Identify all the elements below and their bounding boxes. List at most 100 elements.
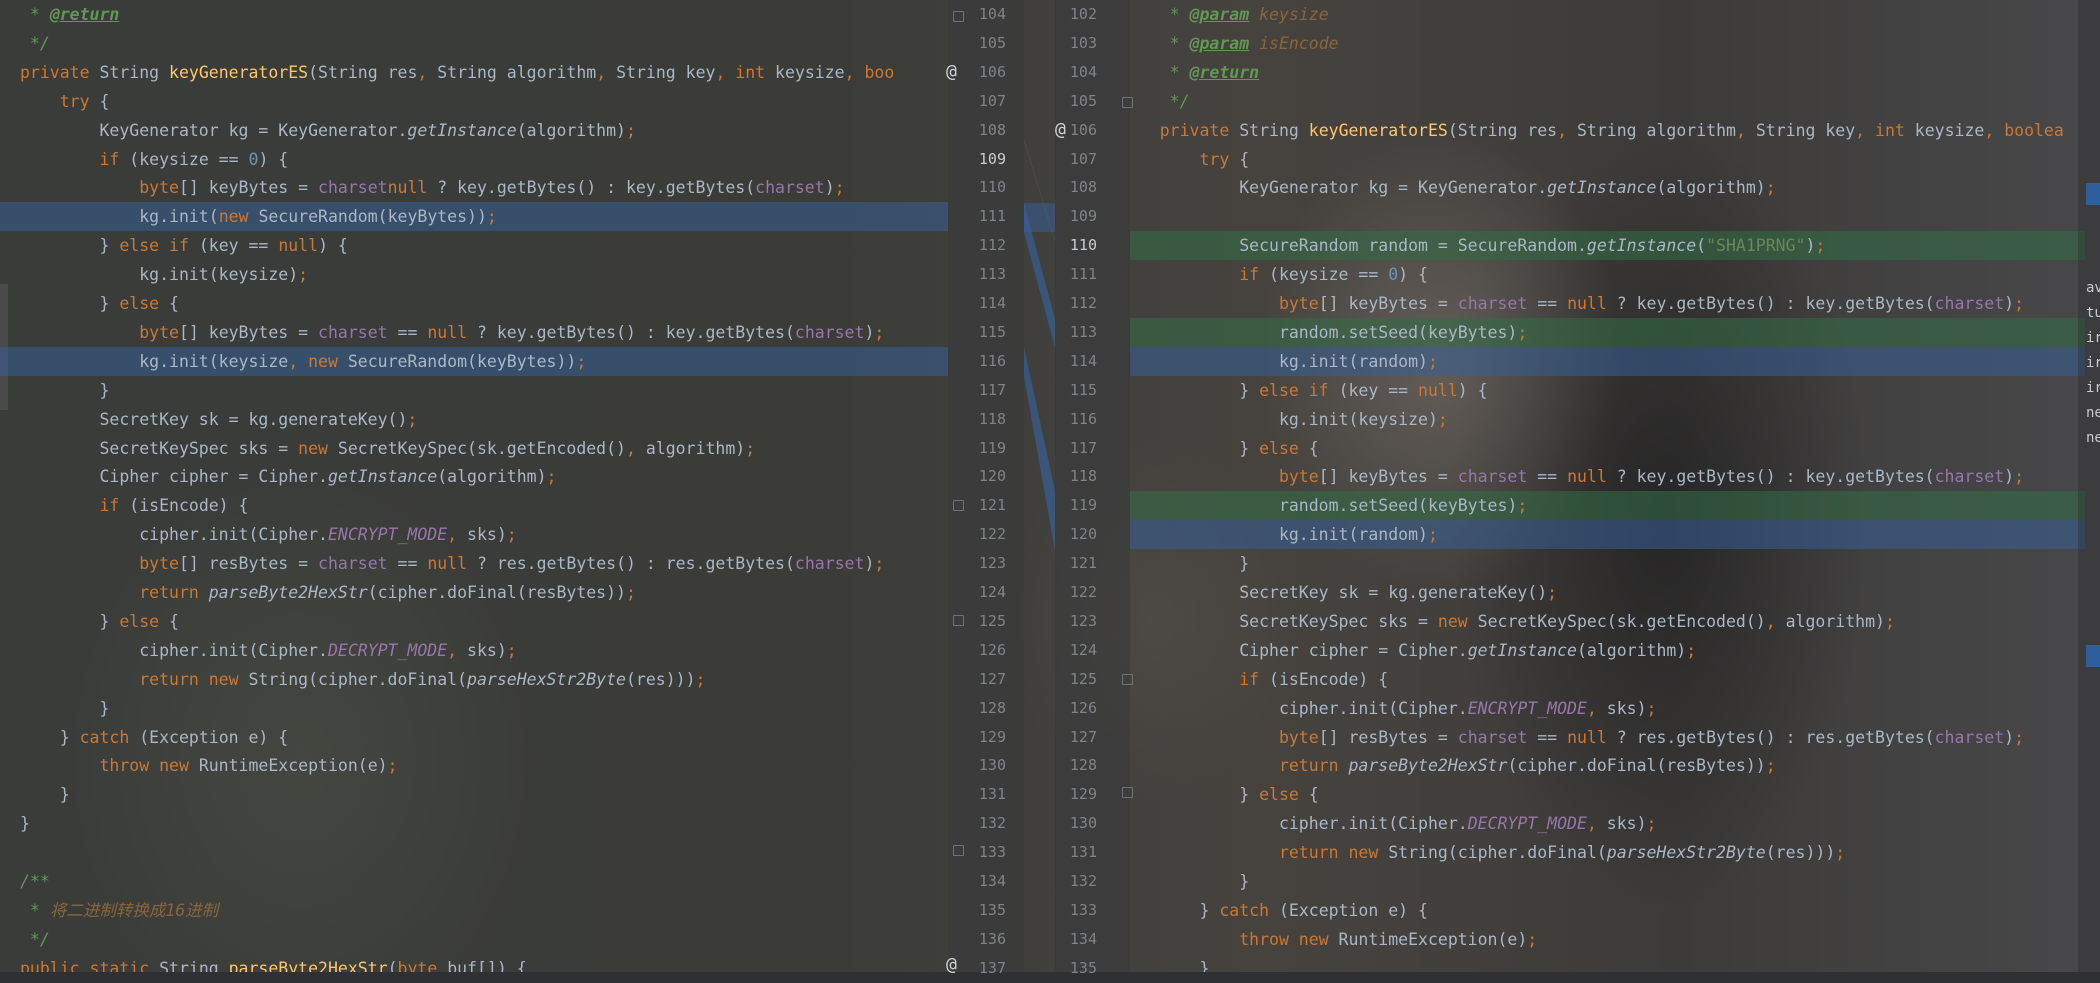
code-line[interactable]: byte[] resBytes = charset == null ? res.… (0, 549, 948, 578)
code-line[interactable]: try { (0, 87, 948, 116)
code-line[interactable]: byte[] keyBytes = charsetnull ? key.getB… (0, 173, 948, 202)
code-line[interactable]: cipher.init(Cipher.DECRYPT_MODE, sks); (0, 636, 948, 665)
code-line[interactable]: /** (0, 867, 948, 896)
code-line[interactable]: random.setSeed(keyBytes); (1130, 317, 2085, 347)
line-number[interactable]: 110 (966, 173, 1006, 202)
code-line[interactable]: * @param isEncode (1130, 29, 2085, 58)
code-line[interactable]: */ (1130, 87, 2085, 116)
line-number[interactable]: 131 (966, 780, 1006, 809)
code-line[interactable]: return parseByte2HexStr(cipher.doFinal(r… (0, 578, 948, 607)
line-number[interactable]: 103 (1057, 29, 1097, 58)
line-number[interactable]: 137 (966, 954, 1006, 983)
code-line[interactable]: try { (1130, 145, 2085, 174)
line-number[interactable]: 121 (1057, 549, 1097, 578)
line-number[interactable]: 109 (1057, 202, 1097, 231)
code-line[interactable]: } else { (1130, 434, 2085, 463)
code-line[interactable]: } (1130, 867, 2085, 896)
line-number[interactable]: 115 (1057, 376, 1097, 405)
code-line[interactable]: */ (0, 925, 948, 954)
line-number[interactable]: 102 (1057, 0, 1097, 29)
line-number[interactable]: 130 (966, 751, 1006, 780)
line-number[interactable]: 126 (966, 636, 1006, 665)
code-line[interactable]: * @param keysize (1130, 0, 2085, 29)
code-line[interactable]: private String keyGeneratorES(String res… (0, 58, 948, 87)
code-line[interactable]: * 将二进制转换成16进制 (0, 896, 948, 925)
line-number[interactable]: 105 (1057, 87, 1097, 116)
line-number[interactable]: 107 (1057, 145, 1097, 174)
code-line[interactable]: byte[] keyBytes = charset == null ? key.… (1130, 462, 2085, 491)
line-number[interactable]: 120 (1057, 520, 1097, 549)
line-number[interactable]: 126 (1057, 694, 1097, 723)
code-line[interactable] (1130, 202, 2085, 231)
code-line[interactable]: SecureRandom random = SecureRandom.getIn… (1130, 231, 2085, 261)
line-number[interactable]: 130 (1057, 809, 1097, 838)
line-number[interactable]: 117 (1057, 434, 1097, 463)
line-number[interactable]: 112 (1057, 289, 1097, 318)
line-number[interactable]: 105 (966, 29, 1006, 58)
left-diff-editor[interactable]: * @return */ private String keyGeneratorE… (0, 0, 948, 972)
code-line[interactable]: SecretKeySpec sks = new SecretKeySpec(sk… (1130, 607, 2085, 636)
code-line[interactable]: cipher.init(Cipher.ENCRYPT_MODE, sks); (0, 520, 948, 549)
code-line[interactable]: KeyGenerator kg = KeyGenerator.getInstan… (0, 116, 948, 145)
code-line[interactable]: */ (0, 29, 948, 58)
override-marker-icon[interactable]: @ (946, 57, 957, 86)
code-line[interactable]: private String keyGeneratorES(String res… (1130, 116, 2085, 145)
left-line-gutter[interactable]: @ @ 104 105 106 107 108 109 110 111 112 113 114 115… (946, 0, 1024, 977)
line-number[interactable]: 124 (1057, 636, 1097, 665)
code-line[interactable]: if (isEncode) { (1130, 665, 2085, 694)
code-line[interactable]: kg.init(random); (1130, 520, 2085, 550)
line-number[interactable]: 116 (966, 347, 1006, 376)
line-number[interactable]: 109 (966, 145, 1006, 174)
code-line[interactable]: } (0, 780, 948, 809)
line-number[interactable]: 135 (1057, 954, 1097, 983)
code-line[interactable]: * @return (1130, 58, 2085, 87)
line-number[interactable]: 136 (966, 925, 1006, 954)
code-line[interactable]: return new String(cipher.doFinal(parseHe… (0, 665, 948, 694)
line-number[interactable]: 122 (966, 520, 1006, 549)
code-line[interactable]: return new String(cipher.doFinal(parseHe… (1130, 838, 2085, 867)
line-number[interactable]: 114 (966, 289, 1006, 318)
line-number[interactable]: 120 (966, 462, 1006, 491)
line-number[interactable]: 133 (1057, 896, 1097, 925)
line-number[interactable]: 104 (966, 0, 1006, 29)
line-number[interactable]: 117 (966, 376, 1006, 405)
code-line[interactable]: * @return (0, 0, 948, 29)
line-number[interactable]: 131 (1057, 838, 1097, 867)
code-line[interactable]: kg.init(keysize, new SecureRandom(keyByt… (0, 346, 948, 376)
code-line[interactable]: kg.init(random); (1130, 346, 2085, 376)
right-line-gutter[interactable]: @ 102 103 104 105 106 107 108 109 110 111 112 113 11… (1055, 0, 1133, 977)
code-line[interactable]: byte[] keyBytes = charset == null ? key.… (1130, 289, 2085, 318)
line-number[interactable]: 134 (966, 867, 1006, 896)
line-number[interactable]: 107 (966, 87, 1006, 116)
line-number[interactable]: 128 (1057, 751, 1097, 780)
line-number[interactable]: 119 (1057, 491, 1097, 520)
line-number[interactable]: 118 (966, 405, 1006, 434)
code-line[interactable]: SecretKey sk = kg.generateKey(); (0, 405, 948, 434)
line-number[interactable]: 111 (966, 202, 1006, 231)
code-line[interactable]: } (1130, 549, 2085, 578)
line-number[interactable]: 104 (1057, 58, 1097, 87)
line-number[interactable]: 125 (1057, 665, 1097, 694)
code-line[interactable]: random.setSeed(keyBytes); (1130, 491, 2085, 521)
code-line[interactable]: throw new RuntimeException(e); (1130, 925, 2085, 954)
right-diff-editor[interactable]: * @param keysize * @param isEncode * @re… (1130, 0, 2085, 972)
code-line[interactable]: SecretKeySpec sks = new SecretKeySpec(sk… (0, 434, 948, 463)
line-number[interactable]: 113 (966, 260, 1006, 289)
code-line[interactable]: } else { (0, 289, 948, 318)
line-number[interactable]: 116 (1057, 405, 1097, 434)
code-line[interactable]: if (keysize == 0) { (1130, 260, 2085, 289)
code-line[interactable]: } (0, 809, 948, 838)
line-number[interactable]: 106 (966, 58, 1006, 87)
code-line[interactable]: SecretKey sk = kg.generateKey(); (1130, 578, 2085, 607)
line-number[interactable]: 121 (966, 491, 1006, 520)
code-line[interactable]: } (1130, 954, 2085, 972)
code-line[interactable]: } catch (Exception e) { (1130, 896, 2085, 925)
code-line[interactable]: kg.init(new SecureRandom(keyBytes)); (0, 202, 948, 232)
code-line[interactable]: byte[] keyBytes = charset == null ? key.… (0, 318, 948, 347)
line-number[interactable]: 129 (966, 723, 1006, 752)
line-number[interactable]: 128 (966, 694, 1006, 723)
line-number[interactable]: 133 (966, 838, 1006, 867)
line-number[interactable]: 124 (966, 578, 1006, 607)
code-line[interactable]: } else { (1130, 780, 2085, 809)
line-number[interactable]: 108 (1057, 173, 1097, 202)
